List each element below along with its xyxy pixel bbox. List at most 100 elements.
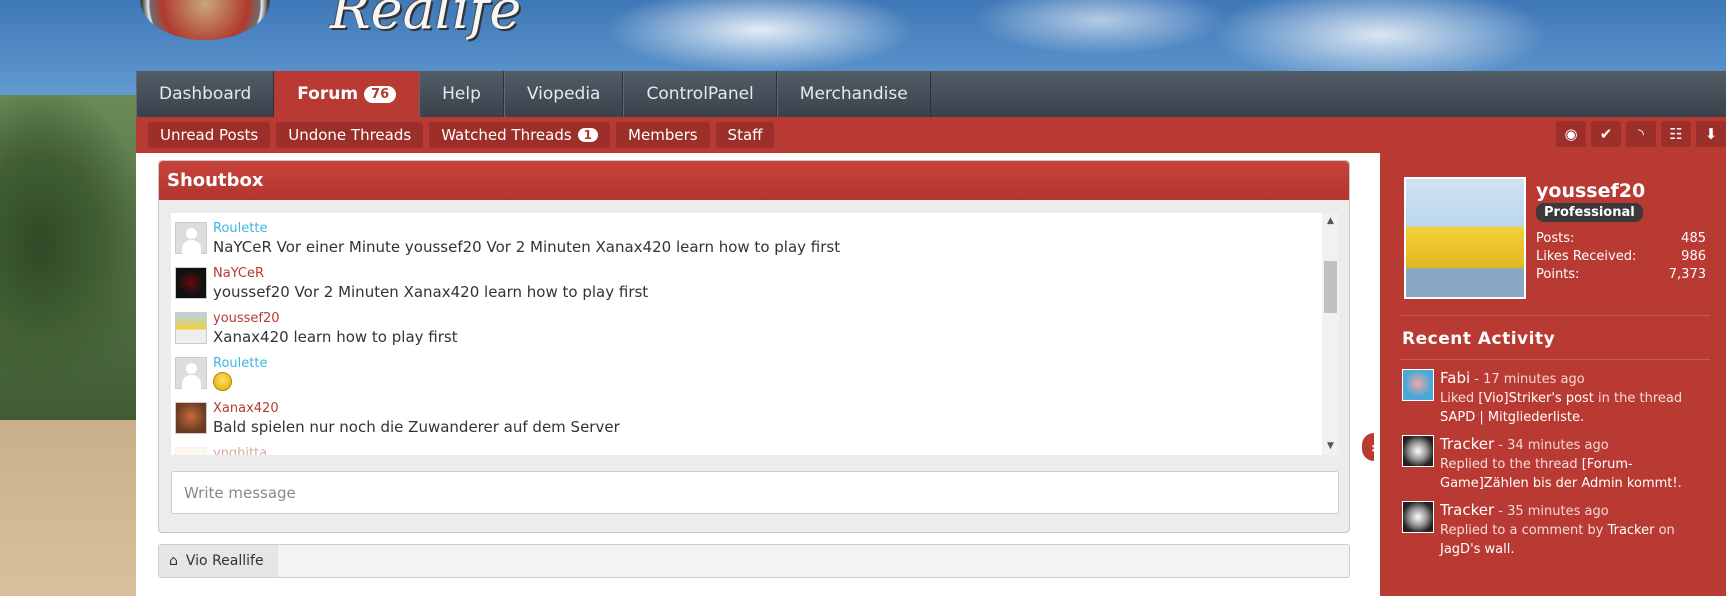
activity-item: Fabi - 17 minutes ago Liked [Vio]Striker… [1402,369,1712,427]
user-rank-badge: Professional [1536,203,1643,222]
main-navbar: Dashboard Forum 76 Help Viopedia ControlP… [136,71,1726,117]
shoutbox-messages[interactable]: Roulette NaYCeR Vor einer Minute youssef… [171,213,1339,455]
subnav-label: Watched Threads [441,126,572,144]
sitemap-icon[interactable]: ☷ [1661,121,1691,147]
watched-count-badge: 1 [577,128,599,142]
activity-desc: Replied to a comment by [1440,523,1608,538]
main-content: Shoutbox Roulette NaYCeR Vor einer Minut… [136,153,1374,596]
avatar[interactable] [175,267,207,299]
message-username[interactable]: NaYCeR [213,267,648,280]
message-text: Bald spielen nur noch die Zuwanderer auf… [213,418,620,436]
tab-label: Help [442,84,481,104]
subnav-undone-threads[interactable]: Undone Threads [276,122,424,148]
shoutbox-title: Shoutbox [159,161,1349,200]
recent-activity-title: Recent Activity [1402,329,1556,349]
avatar[interactable] [175,312,207,344]
activity-user[interactable]: Tracker [1440,501,1494,519]
message-text: youssef20 Vor 2 Minuten Xanax420 learn h… [213,283,649,301]
tab-label: ControlPanel [646,84,754,104]
stat-value[interactable]: 7,373 [1669,267,1706,285]
stat-value[interactable]: 986 [1681,249,1706,267]
subnav-staff[interactable]: Staff [715,122,775,148]
profile-avatar[interactable] [1404,177,1526,299]
tab-viopedia[interactable]: Viopedia [503,71,624,117]
activity-link[interactable]: JagD's wall. [1440,542,1515,557]
tab-label: Dashboard [159,84,252,104]
tab-label: Viopedia [526,84,601,104]
tab-help[interactable]: Help [419,71,504,117]
activity-user[interactable]: Fabi [1440,369,1470,387]
smiley-icon [213,372,232,391]
site-logo-text: Realife [330,0,522,41]
background-beach [0,420,136,596]
stat-label: Points: [1536,267,1580,282]
activity-link[interactable]: Tracker [1608,523,1655,538]
shoutbox-message-input[interactable] [171,471,1339,514]
message-username[interactable]: youssef20 [213,312,458,325]
list-item: NaYCeR youssef20 Vor 2 Minuten Xanax420 … [171,262,1339,307]
subnav-label: Unread Posts [160,126,259,144]
stat-points: Points: 7,373 [1536,267,1706,285]
stat-likes: Likes Received: 986 [1536,249,1706,267]
avatar[interactable] [1402,435,1434,467]
profile-stats: Posts: 485 Likes Received: 986 Points: 7,37… [1536,231,1706,285]
rss-icon[interactable]: ◝ [1626,121,1656,147]
activity-link[interactable]: SAPD | Mitgliederliste. [1440,410,1584,425]
eye-icon[interactable]: ◉ [1556,121,1586,147]
message-username[interactable]: Roulette [213,222,840,235]
check-icon[interactable]: ✔ [1591,121,1621,147]
list-item: Roulette NaYCeR Vor einer Minute youssef… [171,217,1339,262]
avatar[interactable] [175,357,207,389]
activity-item: Tracker - 34 minutes ago Replied to the … [1402,435,1712,493]
breadcrumb-home[interactable]: ⌂ Vio Reallife [159,545,278,577]
activity-desc: Liked [1440,391,1479,406]
message-username[interactable]: ynghitta [213,447,267,455]
shoutbox-scrollbar[interactable]: ▲ ▼ [1322,213,1339,455]
subnav-label: Staff [727,126,763,144]
scroll-up-icon[interactable]: ▲ [1322,213,1339,230]
subnav-icon-group: ◉ ✔ ◝ ☷ ⬇ [1556,121,1726,147]
forum-subnav: Unread Posts Undone Threads Watched Thre… [136,117,1726,153]
tab-controlpanel[interactable]: ControlPanel [623,71,777,117]
avatar[interactable] [1402,501,1434,533]
list-item: Xanax420 Bald spielen nur noch die Zuwan… [171,397,1339,442]
tab-dashboard[interactable]: Dashboard [136,71,275,117]
shoutbox: Shoutbox Roulette NaYCeR Vor einer Minut… [158,160,1350,533]
message-username[interactable]: Roulette [213,357,267,370]
stat-value[interactable]: 485 [1681,231,1706,249]
subnav-watched-threads[interactable]: Watched Threads 1 [429,122,611,148]
activity-time: - 35 minutes ago [1498,504,1609,519]
tab-merchandise[interactable]: Merchandise [776,71,931,117]
stat-posts: Posts: 485 [1536,231,1706,249]
message-text: NaYCeR Vor einer Minute youssef20 Vor 2 … [213,238,841,256]
activity-time: - 17 minutes ago [1474,372,1585,387]
sidebar: youssef20 Professional Posts: 485 Likes R… [1374,153,1726,596]
tab-label: Forum [297,84,359,104]
avatar[interactable] [1402,369,1434,401]
avatar[interactable] [175,402,207,434]
subnav-label: Undone Threads [288,126,412,144]
subnav-unread-posts[interactable]: Unread Posts [148,122,271,148]
avatar[interactable] [175,222,207,254]
subnav-label: Members [628,126,698,144]
divider [1400,359,1710,360]
divider [1400,315,1710,316]
stat-label: Posts: [1536,231,1575,246]
activity-user[interactable]: Tracker [1440,435,1494,453]
activity-desc: Replied to the thread [1440,457,1582,472]
breadcrumb-label: Vio Reallife [185,553,264,569]
breadcrumb: ⌂ Vio Reallife [158,544,1350,578]
scrollbar-thumb[interactable] [1324,261,1337,313]
page-wrapper: Dashboard Forum 76 Help Viopedia ControlP… [136,71,1726,596]
download-icon[interactable]: ⬇ [1696,121,1726,147]
scroll-down-icon[interactable]: ▼ [1322,438,1339,455]
profile-username[interactable]: youssef20 [1536,180,1645,202]
avatar[interactable] [175,447,207,455]
subnav-members[interactable]: Members [616,122,710,148]
home-icon: ⌂ [169,553,178,569]
tab-forum[interactable]: Forum 76 [274,71,420,117]
forum-count-badge: 76 [364,85,397,103]
stat-label: Likes Received: [1536,249,1637,264]
message-username[interactable]: Xanax420 [213,402,620,415]
activity-link[interactable]: [Vio]Striker's post [1478,391,1594,406]
